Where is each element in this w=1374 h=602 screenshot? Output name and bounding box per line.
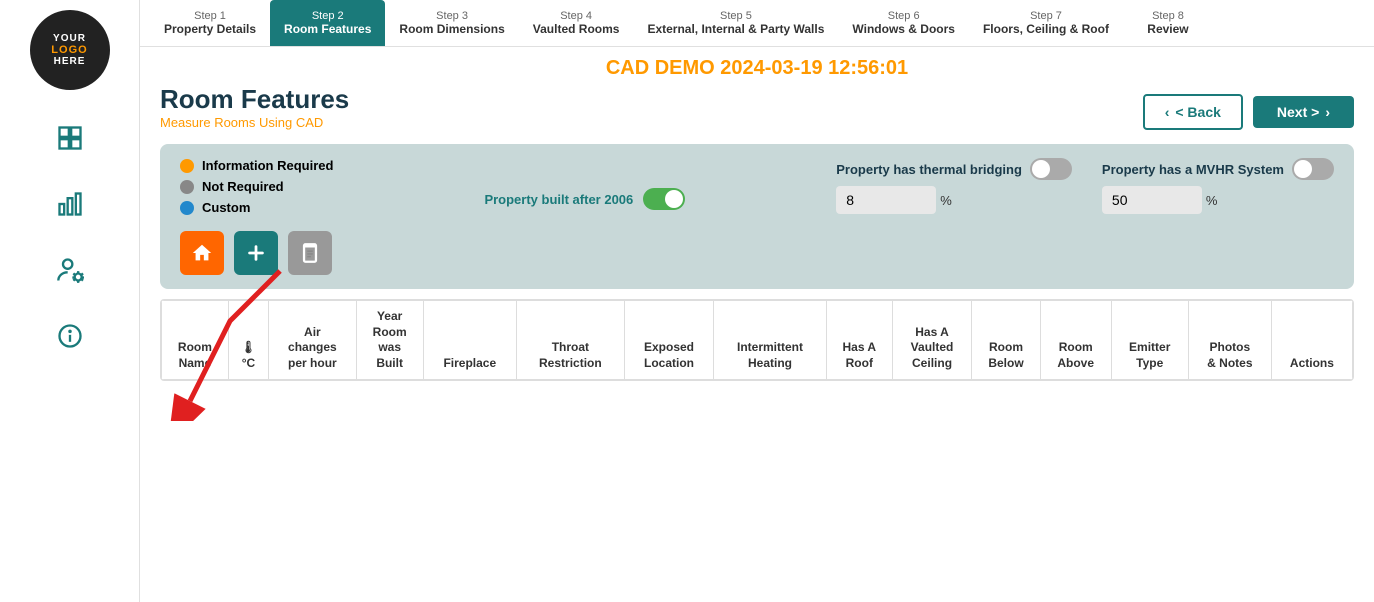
step-3[interactable]: Step 3 Room Dimensions (385, 0, 518, 46)
col-fireplace: Fireplace (423, 301, 516, 380)
thermal-bridging-input-row: % (836, 186, 1072, 214)
logo: YOUR LOGO HERE (30, 10, 110, 90)
info-panel-inner: Information Required Not Required Custom (180, 158, 1334, 275)
clipboard-icon (299, 242, 321, 264)
next-button[interactable]: Next > › (1253, 96, 1354, 128)
stepper: Step 1 Property Details Step 2 Room Feat… (140, 0, 1374, 47)
thermal-bridging-toggle[interactable] (1030, 158, 1072, 180)
mvhr-label: Property has a MVHR System (1102, 162, 1284, 177)
rooms-table: RoomName 🌡°C Airchangesper hour YearRoom… (161, 300, 1353, 380)
thermal-bridging-toggle-row: Property has thermal bridging (836, 158, 1072, 180)
page-title-row: Room Features Measure Rooms Using CAD ‹ … (160, 84, 1354, 140)
main-content: Step 1 Property Details Step 2 Room Feat… (140, 0, 1374, 602)
next-chevron-icon: › (1325, 104, 1330, 120)
col-room-above: RoomAbove (1040, 301, 1111, 380)
thermal-bridging-block: Property has thermal bridging % (836, 158, 1072, 214)
legend-item-custom: Custom (180, 200, 333, 215)
mvhr-block: Property has a MVHR System % (1102, 158, 1334, 214)
step-5[interactable]: Step 5 External, Internal & Party Walls (633, 0, 838, 46)
page-subtitle: Measure Rooms Using CAD (160, 115, 349, 130)
page-title: Room Features (160, 84, 349, 115)
step-8[interactable]: Step 8 Review (1123, 0, 1213, 46)
col-year-built: YearRoomwasBuilt (356, 301, 423, 380)
sidebar: YOUR LOGO HERE (0, 0, 140, 602)
right-panel: Property has thermal bridging % Property… (836, 158, 1334, 214)
dot-blue (180, 201, 194, 215)
col-emitter-type: EmitterType (1111, 301, 1188, 380)
logo-line2: LOGO (51, 44, 87, 56)
legend-section: Information Required Not Required Custom (180, 158, 333, 275)
page-title-section: Room Features Measure Rooms Using CAD (160, 84, 349, 140)
demo-title: CAD DEMO 2024-03-19 12:56:01 (140, 47, 1374, 84)
step-2[interactable]: Step 2 Room Features (270, 0, 385, 46)
col-has-roof: Has ARoof (826, 301, 892, 380)
property-built-section: Property built after 2006 (353, 158, 816, 210)
legend-not-required-label: Not Required (202, 179, 284, 194)
sidebar-icon-info[interactable] (52, 318, 88, 354)
navigation-buttons: ‹ < Back Next > › (1143, 94, 1354, 130)
rooms-table-wrapper: RoomName 🌡°C Airchangesper hour YearRoom… (160, 299, 1354, 381)
thermal-bridging-input[interactable] (836, 186, 936, 214)
table-header-row: RoomName 🌡°C Airchangesper hour YearRoom… (162, 301, 1353, 380)
property-built-label: Property built after 2006 (484, 192, 633, 207)
step-6[interactable]: Step 6 Windows & Doors (838, 0, 969, 46)
action-icons (180, 231, 333, 275)
col-has-vaulted-ceiling: Has AVaultedCeiling (892, 301, 971, 380)
col-room-name: RoomName (162, 301, 229, 380)
step-4[interactable]: Step 4 Vaulted Rooms (519, 0, 634, 46)
col-temperature: 🌡°C (228, 301, 268, 380)
sidebar-icon-layout[interactable] (52, 120, 88, 156)
content-area: Room Features Measure Rooms Using CAD ‹ … (140, 84, 1374, 602)
home-button[interactable] (180, 231, 224, 275)
legend-item-required: Information Required (180, 158, 333, 173)
col-intermittent-heating: IntermittentHeating (714, 301, 826, 380)
mvhr-unit: % (1206, 193, 1218, 208)
dot-gray (180, 180, 194, 194)
legend-item-not-required: Not Required (180, 179, 333, 194)
sidebar-icon-chart[interactable] (52, 186, 88, 222)
legend-required-label: Information Required (202, 158, 333, 173)
step-1[interactable]: Step 1 Property Details (150, 0, 270, 46)
home-icon (191, 242, 213, 264)
property-built-toggle[interactable] (643, 188, 685, 210)
add-icon (245, 242, 267, 264)
logo-line1: YOUR (53, 33, 86, 44)
sidebar-icon-user-settings[interactable] (52, 252, 88, 288)
mvhr-toggle[interactable] (1292, 158, 1334, 180)
legend-custom-label: Custom (202, 200, 250, 215)
logo-line3: HERE (54, 56, 86, 67)
col-photos-notes: Photos& Notes (1188, 301, 1271, 380)
thermal-bridging-label: Property has thermal bridging (836, 162, 1022, 177)
col-air-changes: Airchangesper hour (269, 301, 357, 380)
clipboard-button[interactable] (288, 231, 332, 275)
mvhr-toggle-row: Property has a MVHR System (1102, 158, 1334, 180)
col-room-below: RoomBelow (972, 301, 1041, 380)
back-button[interactable]: ‹ < Back (1143, 94, 1243, 130)
mvhr-input[interactable] (1102, 186, 1202, 214)
info-panel: Information Required Not Required Custom (160, 144, 1354, 289)
col-actions: Actions (1271, 301, 1352, 380)
thermal-bridging-unit: % (940, 193, 952, 208)
add-button[interactable] (234, 231, 278, 275)
mvhr-input-row: % (1102, 186, 1334, 214)
dot-orange (180, 159, 194, 173)
step-7[interactable]: Step 7 Floors, Ceiling & Roof (969, 0, 1123, 46)
col-exposed-location: ExposedLocation (624, 301, 714, 380)
col-throat-restriction: ThroatRestriction (517, 301, 625, 380)
back-chevron-icon: ‹ (1165, 104, 1170, 120)
